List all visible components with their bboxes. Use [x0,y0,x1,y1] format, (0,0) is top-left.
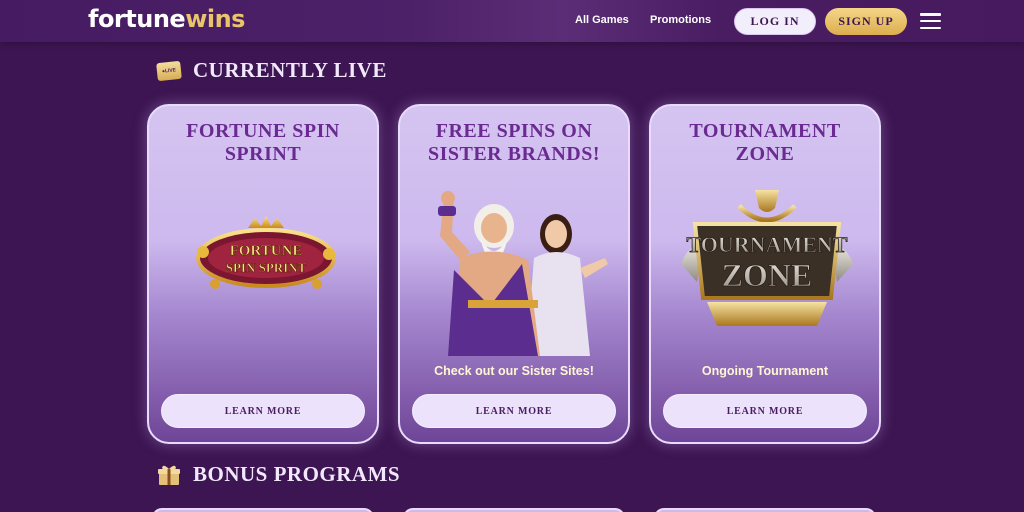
fortune-spin-sprint-logo-icon: FORTUNE SPIN SPRINT [196,216,336,289]
bonus-card-partial [403,508,625,512]
nav-promotions[interactable]: Promotions [650,14,711,26]
logo-text-wins: wins [185,5,245,33]
section-title-bonus-programs: BONUS PROGRAMS [193,462,401,486]
svg-text:FORTUNE: FORTUNE [230,243,303,259]
promo-card-free-spins-sister-brands: FREE SPINS ON SISTER BRANDS! Check out o… [398,104,630,444]
learn-more-button[interactable]: LEARN MORE [663,394,867,428]
bonus-programs-heading: BONUS PROGRAMS [157,462,400,487]
gift-box-icon [158,465,180,485]
card-title: TOURNAMENT ZONE [689,120,841,165]
nav-all-games[interactable]: All Games [575,14,629,26]
tournament-zone-trophy-icon: TOURNAMENT ZONE [681,190,853,326]
login-button[interactable]: LOG IN [734,8,816,35]
top-navbar: fortunewins All Games Promotions LOG IN … [0,0,1024,42]
zeus-and-goddess-illustration-icon [438,191,608,356]
bonus-card-partial [152,508,374,512]
svg-text:SPIN SPRINT: SPIN SPRINT [226,260,307,275]
promo-card-tournament-zone: TOURNAMENT ZONE TOURNAMENT ZONE Ongoing … [649,104,881,444]
bonus-card-partial [654,508,876,512]
card-title: FREE SPINS ON SISTER BRANDS! [427,120,601,165]
learn-more-button[interactable]: LEARN MORE [161,394,365,428]
logo-text-fortune: fortune [88,5,186,33]
svg-text:ZONE: ZONE [722,257,813,293]
svg-text:TOURNAMENT: TOURNAMENT [687,232,848,257]
hamburger-menu-icon[interactable] [920,13,941,30]
promo-card-fortune-spin-sprint: FORTUNE SPIN SPRINT FORTUNE SPIN SPRINT … [147,104,379,444]
learn-more-button[interactable]: LEARN MORE [412,394,616,428]
card-caption: Ongoing Tournament [701,364,829,378]
section-title-currently-live: CURRENTLY LIVE [193,58,387,82]
card-title: FORTUNE SPIN SPRINT [186,120,340,165]
card-caption: Check out our Sister Sites! [434,364,594,378]
signup-button[interactable]: SIGN UP [825,8,907,35]
live-ticket-icon: ●LIVE [156,60,182,81]
brand-logo[interactable]: fortunewins [88,3,245,35]
currently-live-heading: ●LIVE CURRENTLY LIVE [156,58,387,83]
